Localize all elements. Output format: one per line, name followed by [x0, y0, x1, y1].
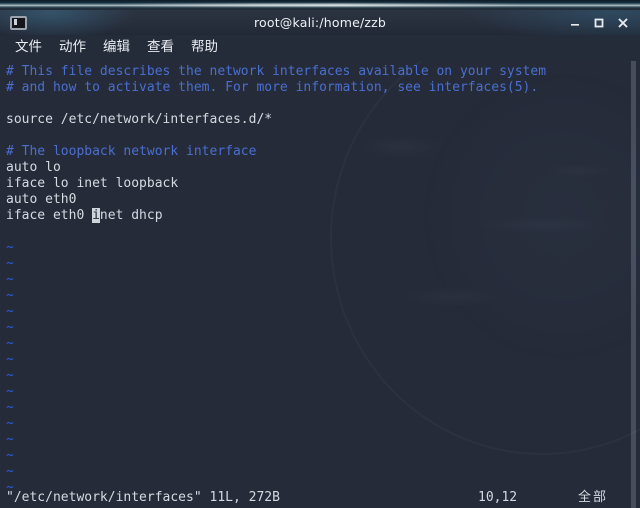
- empty-line-marker: ~: [6, 464, 640, 480]
- menu-item-action[interactable]: 动作: [52, 39, 93, 57]
- empty-line-marker: ~: [6, 432, 640, 448]
- tilde-glyph: ~: [6, 336, 14, 351]
- empty-line-marker: ~: [6, 320, 640, 336]
- empty-line-marker: ~: [6, 336, 640, 352]
- menu-bar: 文件 动作 编辑 查看 帮助: [0, 35, 640, 61]
- buffer-line: source /etc/network/interfaces.d/*: [6, 112, 640, 128]
- tilde-glyph: ~: [6, 272, 14, 287]
- tilde-glyph: ~: [6, 352, 14, 367]
- line-text: auto eth0: [6, 192, 77, 207]
- line-text: source /etc/network/interfaces.d/*: [6, 112, 273, 127]
- line-text-after-cursor: net dhcp: [99, 208, 163, 223]
- empty-line-marker: ~: [6, 416, 640, 432]
- tilde-glyph: ~: [6, 320, 14, 335]
- tilde-glyph: ~: [6, 432, 14, 447]
- menu-item-view[interactable]: 查看: [140, 39, 181, 57]
- close-icon[interactable]: [612, 12, 634, 34]
- line-text: # This file describes the network interf…: [6, 64, 547, 79]
- status-cursor-position: 10,12: [478, 490, 518, 505]
- buffer-line: auto eth0: [6, 192, 640, 208]
- vim-cursor: i: [92, 208, 100, 223]
- empty-line-marker: ~: [6, 240, 640, 256]
- empty-line-marker: ~: [6, 448, 640, 464]
- tilde-glyph: ~: [6, 448, 14, 463]
- status-filename: "/etc/network/interfaces" 11L, 272B: [6, 490, 280, 505]
- line-text: [6, 224, 14, 239]
- tilde-glyph: ~: [6, 288, 14, 303]
- status-scroll-percent: 全部: [578, 490, 609, 505]
- tilde-glyph: ~: [6, 304, 14, 319]
- tilde-glyph: ~: [6, 368, 14, 383]
- buffer-line: iface lo inet loopback: [6, 176, 640, 192]
- line-text-before-cursor: iface eth0: [6, 208, 93, 223]
- empty-line-marker: ~: [6, 400, 640, 416]
- buffer-line: auto lo: [6, 160, 640, 176]
- menu-item-file[interactable]: 文件: [8, 39, 49, 57]
- line-text: iface lo inet loopback: [6, 176, 179, 191]
- window-titlebar[interactable]: root@kali:/home/zzb: [0, 10, 640, 35]
- empty-line-marker: ~: [6, 352, 640, 368]
- maximize-icon[interactable]: [588, 12, 610, 34]
- empty-line-marker: ~: [6, 368, 640, 384]
- tilde-glyph: ~: [6, 256, 14, 271]
- scrollbar-thumb[interactable]: [631, 61, 636, 508]
- terminal-body[interactable]: # This file describes the network interf…: [0, 61, 640, 508]
- minimize-icon[interactable]: [564, 12, 586, 34]
- buffer-line: [6, 128, 640, 144]
- empty-line-marker: ~: [6, 288, 640, 304]
- line-text: # The loopback network interface: [6, 144, 257, 159]
- empty-line-marker: ~: [6, 256, 640, 272]
- buffer-line: # and how to activate them. For more inf…: [6, 80, 640, 96]
- menu-item-edit[interactable]: 编辑: [96, 39, 137, 57]
- buffer-line: [6, 224, 640, 240]
- buffer-line: [6, 96, 640, 112]
- terminal-window: root@kali:/home/zzb 文件 动作 编辑 查看 帮助 # Thi…: [0, 10, 640, 508]
- tilde-glyph: ~: [6, 240, 14, 255]
- window-title: root@kali:/home/zzb: [253, 15, 387, 30]
- terminal-scrollbar[interactable]: [630, 61, 637, 508]
- line-text: [6, 96, 14, 111]
- menu-item-help[interactable]: 帮助: [184, 39, 225, 57]
- vim-buffer[interactable]: # This file describes the network interf…: [0, 61, 640, 496]
- vim-status-line: "/etc/network/interfaces" 11L, 272B 10,1…: [0, 488, 640, 508]
- window-controls: [564, 12, 634, 34]
- empty-line-marker: ~: [6, 384, 640, 400]
- line-text: # and how to activate them. For more inf…: [6, 80, 539, 95]
- tilde-glyph: ~: [6, 384, 14, 399]
- tilde-glyph: ~: [6, 416, 14, 431]
- tilde-glyph: ~: [6, 400, 14, 415]
- desktop-wallpaper-strip: [0, 0, 640, 10]
- buffer-line: iface eth0 inet dhcp: [6, 208, 640, 224]
- empty-line-marker: ~: [6, 272, 640, 288]
- buffer-line: # The loopback network interface: [6, 144, 640, 160]
- buffer-line: # This file describes the network interf…: [6, 64, 640, 80]
- empty-line-marker: ~: [6, 304, 640, 320]
- tilde-glyph: ~: [6, 464, 14, 479]
- line-text: auto lo: [6, 160, 61, 175]
- line-text: [6, 128, 14, 143]
